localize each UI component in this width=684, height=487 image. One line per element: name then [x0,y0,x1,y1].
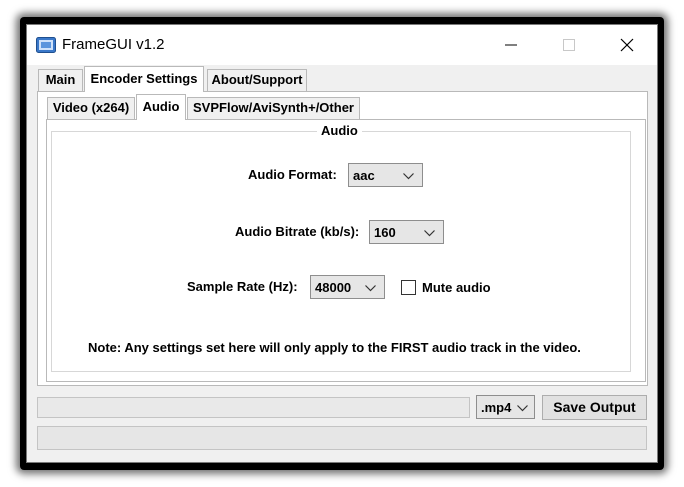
window-title: FrameGUI v1.2 [62,36,165,53]
chevron-down-icon [517,405,528,412]
container-format-select[interactable]: .mp4 [476,395,535,419]
audio-bitrate-select[interactable]: 160 [369,220,444,244]
audio-bitrate-value: 160 [374,225,396,240]
tab-svpflow-avisynth-other[interactable]: SVPFlow/AviSynth+/Other [187,97,360,119]
close-button[interactable] [598,25,656,65]
chevron-down-icon [365,285,376,292]
save-output-button[interactable]: Save Output [542,395,647,420]
title-bar[interactable]: FrameGUI v1.2 [27,25,657,65]
status-bar [37,426,647,450]
mute-audio-label[interactable]: Mute audio [422,280,491,295]
minimize-button[interactable] [482,25,540,65]
audio-group-title: Audio [317,123,362,138]
tab-about-support[interactable]: About/Support [207,69,307,91]
tab-video-x264[interactable]: Video (x264) [47,97,135,119]
sample-rate-value: 48000 [315,280,352,295]
tab-encoder-settings[interactable]: Encoder Settings [84,66,204,92]
chevron-down-icon [403,173,414,180]
sample-rate-label: Sample Rate (Hz): [187,279,298,294]
maximize-icon [563,39,575,51]
audio-note: Note: Any settings set here will only ap… [88,340,581,355]
audio-format-label: Audio Format: [248,167,337,182]
audio-format-value: aac [353,168,375,183]
audio-groupbox [51,131,631,372]
mute-audio-checkbox[interactable] [401,280,416,295]
app-window: FrameGUI v1.2 Main Encoder Settings Abou… [26,24,658,463]
tab-audio[interactable]: Audio [136,94,186,120]
tab-main[interactable]: Main [38,69,83,91]
output-path-field[interactable] [37,397,470,418]
audio-bitrate-label: Audio Bitrate (kb/s): [235,224,360,239]
minimize-icon [505,44,517,46]
maximize-button[interactable] [540,25,598,65]
app-icon [36,37,56,53]
audio-format-select[interactable]: aac [348,163,423,187]
chevron-down-icon [424,230,435,237]
close-icon [620,38,634,52]
sample-rate-select[interactable]: 48000 [310,275,385,299]
container-format-value: .mp4 [481,400,512,415]
